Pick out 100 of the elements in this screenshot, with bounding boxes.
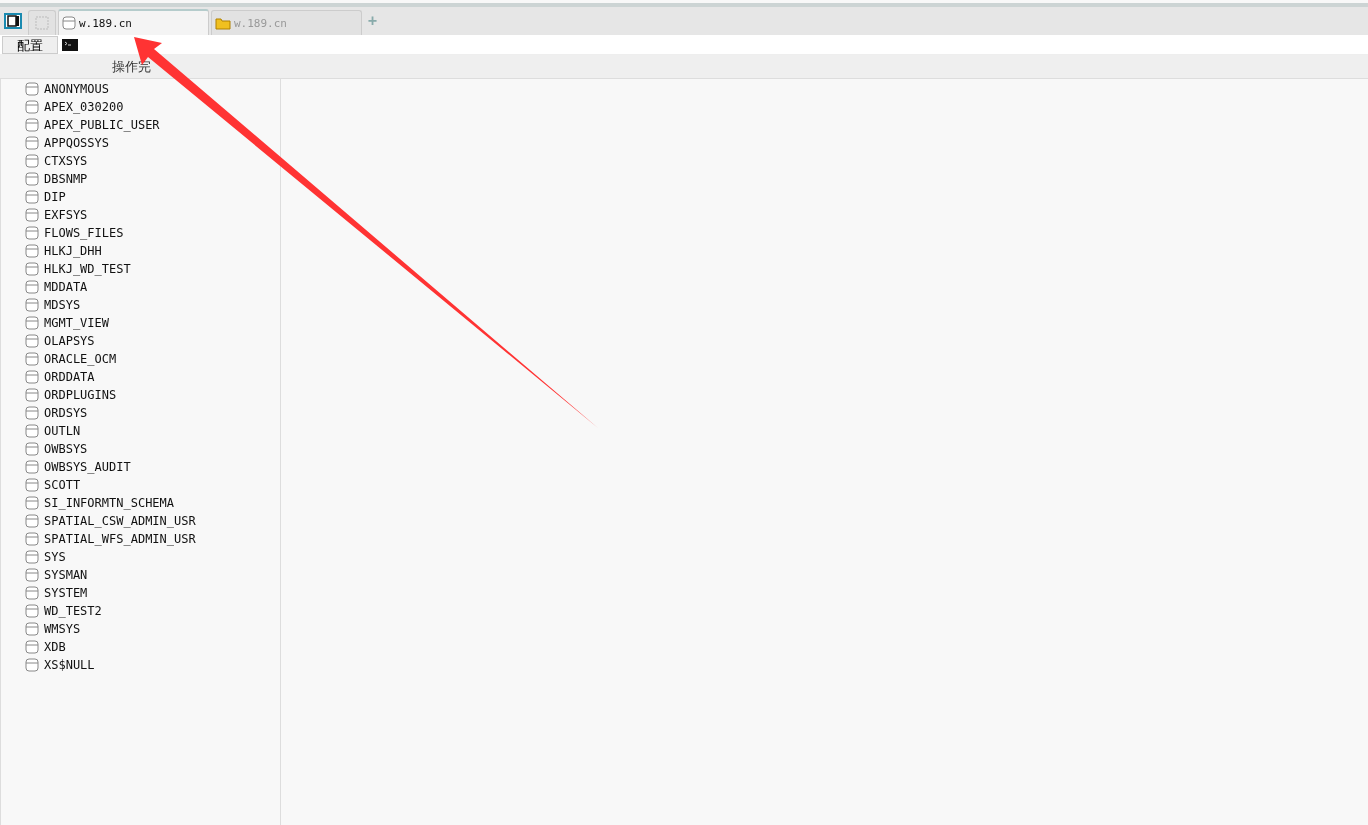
schema-name: ORDSYS [44, 406, 88, 420]
database-icon [25, 514, 39, 528]
schema-item[interactable]: OLAPSYS [1, 332, 280, 350]
schema-name: APPQOSSYS [44, 136, 110, 150]
schema-item[interactable]: APEX_PUBLIC_USER [1, 116, 280, 134]
database-icon [25, 370, 39, 384]
schema-name: SI_INFORMTN_SCHEMA [44, 496, 175, 510]
schema-name: CTXSYS [44, 154, 88, 168]
schema-name: SCOTT [44, 478, 81, 492]
database-icon [25, 316, 39, 330]
schema-name: WD_TEST2 [44, 604, 102, 618]
schema-name: OLAPSYS [44, 334, 95, 348]
database-icon [25, 460, 39, 474]
database-icon [25, 208, 39, 222]
schema-item[interactable]: HLKJ_DHH [1, 242, 280, 260]
schema-name: OWBSYS [44, 442, 88, 456]
schema-name: ANONYMOUS [44, 82, 110, 96]
schema-name: SYSMAN [44, 568, 88, 582]
schema-name: SYS [44, 550, 66, 564]
database-icon [25, 568, 39, 582]
schema-item[interactable]: DBSNMP [1, 170, 280, 188]
database-icon [25, 406, 39, 420]
schema-item[interactable]: FLOWS_FILES [1, 224, 280, 242]
schema-name: XS$NULL [44, 658, 95, 672]
schema-item[interactable]: XS$NULL [1, 656, 280, 674]
schema-name: ORDPLUGINS [44, 388, 117, 402]
schema-item[interactable]: HLKJ_WD_TEST [1, 260, 280, 278]
schema-item[interactable]: APEX_030200 [1, 98, 280, 116]
database-icon [25, 100, 39, 114]
schema-name: APEX_PUBLIC_USER [44, 118, 160, 132]
schema-name: MDSYS [44, 298, 81, 312]
schema-name: HLKJ_DHH [44, 244, 102, 258]
schema-name: SPATIAL_WFS_ADMIN_USR [44, 532, 196, 546]
schema-item[interactable]: MDDATA [1, 278, 280, 296]
schema-name: MGMT_VIEW [44, 316, 110, 330]
schema-item[interactable]: SPATIAL_CSW_ADMIN_USR [1, 512, 280, 530]
schema-name: ORDDATA [44, 370, 95, 384]
schema-item[interactable]: MGMT_VIEW [1, 314, 280, 332]
schema-name: FLOWS_FILES [44, 226, 124, 240]
schema-item[interactable]: OUTLN [1, 422, 280, 440]
database-icon [25, 496, 39, 510]
schema-item[interactable]: SYSMAN [1, 566, 280, 584]
panel-icon[interactable] [4, 13, 22, 29]
schema-name: SYSTEM [44, 586, 88, 600]
database-icon [25, 298, 39, 312]
schema-item[interactable]: WD_TEST2 [1, 602, 280, 620]
schema-item[interactable]: SYS [1, 548, 280, 566]
schema-item[interactable]: SCOTT [1, 476, 280, 494]
schema-item[interactable]: ORDDATA [1, 368, 280, 386]
database-icon [25, 640, 39, 654]
schema-name: OUTLN [44, 424, 81, 438]
schema-item[interactable]: DIP [1, 188, 280, 206]
schema-name: WMSYS [44, 622, 81, 636]
schema-name: OWBSYS_AUDIT [44, 460, 131, 474]
schema-item[interactable]: EXFSYS [1, 206, 280, 224]
schema-item[interactable]: MDSYS [1, 296, 280, 314]
database-icon [25, 82, 39, 96]
database-icon [25, 388, 39, 402]
database-icon [25, 442, 39, 456]
database-icon [25, 550, 39, 564]
schema-name: DIP [44, 190, 66, 204]
database-icon [62, 16, 76, 30]
schema-item[interactable]: SI_INFORMTN_SCHEMA [1, 494, 280, 512]
schema-name: SPATIAL_CSW_ADMIN_USR [44, 514, 196, 528]
schema-name: ORACLE_OCM [44, 352, 117, 366]
database-icon [25, 262, 39, 276]
database-icon [25, 334, 39, 348]
schema-item[interactable]: CTXSYS [1, 152, 280, 170]
database-icon [25, 226, 39, 240]
schema-item[interactable]: ORDSYS [1, 404, 280, 422]
schema-name: XDB [44, 640, 66, 654]
schema-item[interactable]: OWBSYS [1, 440, 280, 458]
terminal-icon[interactable] [62, 38, 78, 51]
schema-name: EXFSYS [44, 208, 88, 222]
schema-item[interactable]: OWBSYS_AUDIT [1, 458, 280, 476]
database-icon [25, 172, 39, 186]
database-icon [25, 424, 39, 438]
database-icon [25, 586, 39, 600]
schema-item[interactable]: WMSYS [1, 620, 280, 638]
database-icon [25, 136, 39, 150]
database-icon [25, 244, 39, 258]
schema-item[interactable]: ORDPLUGINS [1, 386, 280, 404]
database-icon [25, 190, 39, 204]
schema-item[interactable]: APPQOSSYS [1, 134, 280, 152]
schema-item[interactable]: XDB [1, 638, 280, 656]
tab[interactable]: w.189.cn [58, 9, 209, 35]
database-icon [25, 118, 39, 132]
database-icon [25, 352, 39, 366]
schema-item[interactable]: SPATIAL_WFS_ADMIN_USR [1, 530, 280, 548]
schema-item[interactable]: ANONYMOUS [1, 80, 280, 98]
schema-item[interactable]: ORACLE_OCM [1, 350, 280, 368]
database-icon [25, 154, 39, 168]
schema-name: APEX_030200 [44, 100, 124, 114]
config-button[interactable]: 配置 [2, 35, 58, 54]
schema-item[interactable]: SYSTEM [1, 584, 280, 602]
folder-icon [215, 16, 231, 30]
schema-name: MDDATA [44, 280, 88, 294]
schema-name: DBSNMP [44, 172, 88, 186]
schema-name: HLKJ_WD_TEST [44, 262, 131, 276]
database-icon [25, 604, 39, 618]
